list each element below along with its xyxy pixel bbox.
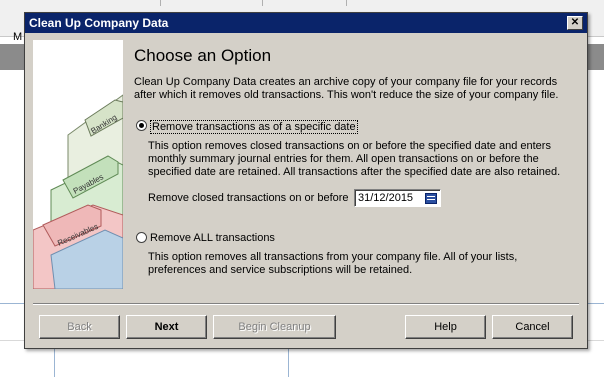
page-title: Choose an Option (134, 46, 272, 65)
dialog-title: Clean Up Company Data (29, 16, 169, 30)
background-divider (262, 0, 263, 6)
option2-description: This option removes all transactions fro… (148, 251, 518, 276)
folders-illustration: Banking Payables Receivables (33, 40, 123, 289)
intro-text: Clean Up Company Data creates an archive… (134, 76, 559, 101)
background-menu-text: M (13, 31, 23, 43)
help-button[interactable]: Help (405, 315, 486, 339)
cleanup-date-value: 31/12/2015 (358, 192, 414, 204)
option2-radio[interactable] (136, 232, 147, 243)
close-button[interactable]: ✕ (567, 16, 583, 30)
dialog-titlebar[interactable]: Clean Up Company Data ✕ (25, 13, 587, 33)
divider (33, 303, 579, 305)
back-button[interactable]: Back (39, 315, 120, 339)
background-divider (346, 0, 347, 6)
close-icon: ✕ (570, 17, 580, 28)
clean-up-dialog: Clean Up Company Data ✕ Banking Payables… (24, 12, 588, 349)
cleanup-date-field[interactable]: 31/12/2015 (354, 189, 441, 207)
file-folders-icon: Banking Payables Receivables (33, 94, 123, 289)
begin-cleanup-button[interactable]: Begin Cleanup (213, 315, 336, 339)
option1-radio[interactable] (136, 120, 147, 131)
calendar-icon[interactable] (425, 193, 437, 204)
background-divider (160, 0, 161, 6)
date-field-label: Remove closed transactions on or before (148, 192, 349, 204)
option1-description: This option removes closed transactions … (148, 140, 561, 178)
option1-label[interactable]: Remove transactions as of a specific dat… (150, 120, 358, 134)
next-button[interactable]: Next (126, 315, 207, 339)
cancel-button[interactable]: Cancel (492, 315, 573, 339)
option2-label[interactable]: Remove ALL transactions (150, 232, 275, 244)
